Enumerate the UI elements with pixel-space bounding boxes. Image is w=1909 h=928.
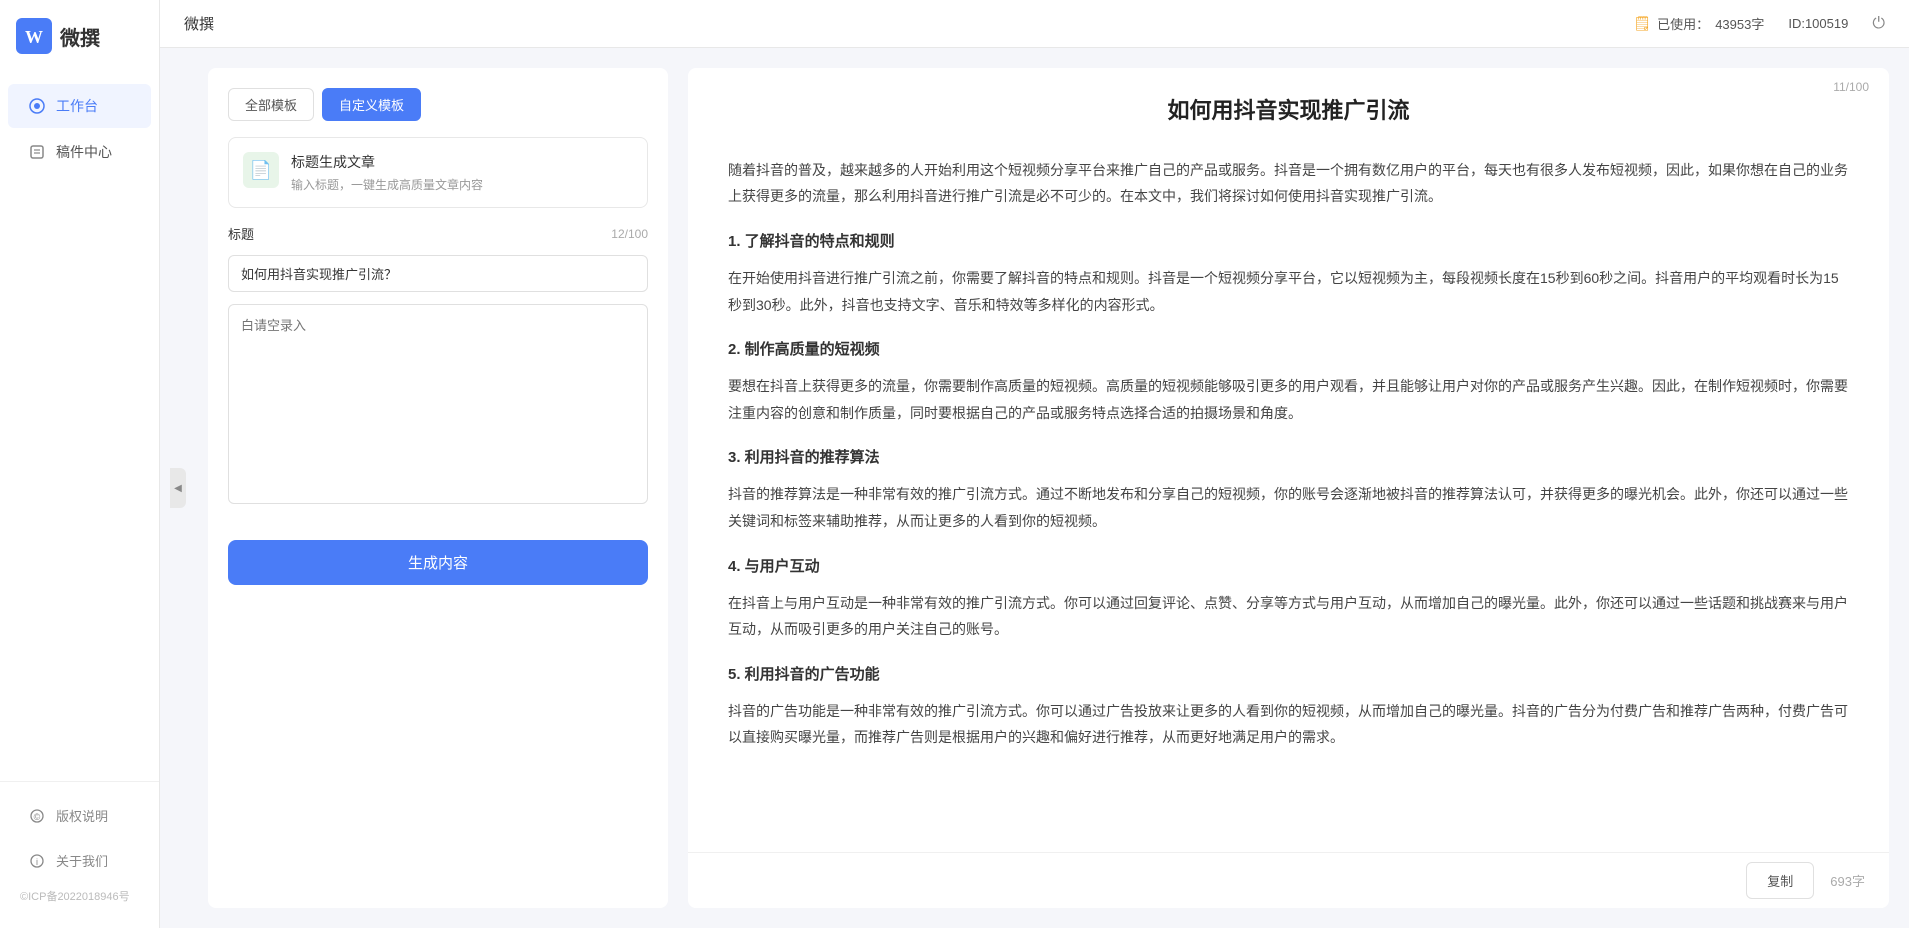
- footer-word-count: 693字: [1830, 871, 1865, 890]
- sidebar: W 微撰 工作台 稿件中心: [0, 0, 160, 928]
- logo-icon: W: [16, 18, 52, 54]
- title-counter: 12/100: [611, 227, 648, 241]
- nav-items: 工作台 稿件中心: [0, 72, 159, 781]
- sidebar-item-about[interactable]: i 关于我们: [8, 839, 151, 882]
- workbench-icon: [28, 97, 46, 115]
- copyright-icon: ©: [28, 807, 46, 825]
- template-desc: 输入标题，一键生成高质量文章内容: [291, 176, 633, 193]
- article-heading: 4. 与用户互动: [728, 553, 1849, 580]
- svg-text:W: W: [25, 27, 43, 47]
- drafts-label: 稿件中心: [56, 142, 112, 162]
- usage-icon: 🗒: [1633, 15, 1651, 32]
- svg-text:©: ©: [34, 812, 41, 822]
- form-section: 标题 12/100: [228, 224, 648, 504]
- logo-text: 微撰: [60, 22, 100, 51]
- article-heading: 3. 利用抖音的推荐算法: [728, 444, 1849, 471]
- usage-info: 🗒 已使用： 43953字: [1633, 14, 1764, 33]
- article-title: 如何用抖音实现推广引流: [728, 96, 1849, 127]
- title-field-label: 标题: [228, 224, 254, 243]
- article-footer: 复制 693字: [688, 852, 1889, 908]
- template-card-icon: 📄: [243, 152, 279, 188]
- article-paragraph: 在开始使用抖音进行推广引流之前，你需要了解抖音的特点和规则。抖音是一个短视频分享…: [728, 265, 1849, 318]
- template-tabs: 全部模板 自定义模板: [228, 88, 648, 121]
- icp-text: ©ICP备2022018946号: [0, 884, 159, 908]
- article-paragraph: 要想在抖音上获得更多的流量，你需要制作高质量的短视频。高质量的短视频能够吸引更多…: [728, 373, 1849, 426]
- article-paragraph: 抖音的广告功能是一种非常有效的推广引流方式。你可以通过广告投放来让更多的人看到你…: [728, 698, 1849, 751]
- drafts-icon: [28, 143, 46, 161]
- about-icon: i: [28, 852, 46, 870]
- article-paragraph: 抖音的推荐算法是一种非常有效的推广引流方式。通过不断地发布和分享自己的短视频，你…: [728, 481, 1849, 534]
- sidebar-bottom: © 版权说明 i 关于我们 ©ICP备2022018946号: [0, 781, 159, 928]
- svg-text:i: i: [36, 857, 38, 867]
- main-wrapper: 微撰 🗒 已使用： 43953字 ID:100519 ⏻ ◀ 全部模板 自定义模…: [160, 0, 1909, 928]
- user-id: ID:100519: [1788, 16, 1848, 31]
- collapse-sidebar-button[interactable]: ◀: [170, 468, 186, 508]
- sidebar-item-workbench[interactable]: 工作台: [8, 84, 151, 128]
- top-header: 微撰 🗒 已使用： 43953字 ID:100519 ⏻: [160, 0, 1909, 48]
- tab-all-templates[interactable]: 全部模板: [228, 88, 314, 121]
- tab-custom-templates[interactable]: 自定义模板: [322, 88, 421, 121]
- workbench-label: 工作台: [56, 96, 98, 116]
- generate-button[interactable]: 生成内容: [228, 540, 648, 585]
- logo-area: W 微撰: [0, 0, 159, 72]
- left-panel: 全部模板 自定义模板 📄 标题生成文章 输入标题，一键生成高质量文章内容 标题 …: [208, 68, 668, 908]
- template-card[interactable]: 📄 标题生成文章 输入标题，一键生成高质量文章内容: [228, 137, 648, 208]
- title-label-row: 标题 12/100: [228, 224, 648, 243]
- article-body: 随着抖音的普及，越来越多的人开始利用这个短视频分享平台来推广自己的产品或服务。抖…: [688, 137, 1889, 908]
- right-panel: 11/100 如何用抖音实现推广引流 随着抖音的普及，越来越多的人开始利用这个短…: [688, 68, 1889, 908]
- article-header: 11/100 如何用抖音实现推广引流: [688, 68, 1889, 137]
- sidebar-item-copyright[interactable]: © 版权说明: [8, 794, 151, 837]
- article-heading: 5. 利用抖音的广告功能: [728, 661, 1849, 688]
- header-right: 🗒 已使用： 43953字 ID:100519 ⏻: [1633, 14, 1885, 33]
- content-textarea[interactable]: [228, 304, 648, 504]
- usage-value: 43953字: [1715, 14, 1764, 33]
- template-name: 标题生成文章: [291, 152, 633, 172]
- usage-label: 已使用：: [1657, 14, 1709, 33]
- sidebar-item-drafts[interactable]: 稿件中心: [8, 130, 151, 174]
- copy-button[interactable]: 复制: [1746, 862, 1814, 899]
- content-area: ◀ 全部模板 自定义模板 📄 标题生成文章 输入标题，一键生成高质量文章内容 标…: [160, 48, 1909, 928]
- word-count-top: 11/100: [1833, 80, 1869, 94]
- article-heading: 2. 制作高质量的短视频: [728, 336, 1849, 363]
- copyright-label: 版权说明: [56, 806, 108, 825]
- logout-icon[interactable]: ⏻: [1872, 15, 1885, 33]
- article-paragraph: 随着抖音的普及，越来越多的人开始利用这个短视频分享平台来推广自己的产品或服务。抖…: [728, 157, 1849, 210]
- about-label: 关于我们: [56, 851, 108, 870]
- title-input[interactable]: [228, 255, 648, 292]
- header-title: 微撰: [184, 13, 214, 34]
- article-paragraph: 在抖音上与用户互动是一种非常有效的推广引流方式。你可以通过回复评论、点赞、分享等…: [728, 590, 1849, 643]
- article-heading: 1. 了解抖音的特点和规则: [728, 228, 1849, 255]
- template-info: 标题生成文章 输入标题，一键生成高质量文章内容: [291, 152, 633, 193]
